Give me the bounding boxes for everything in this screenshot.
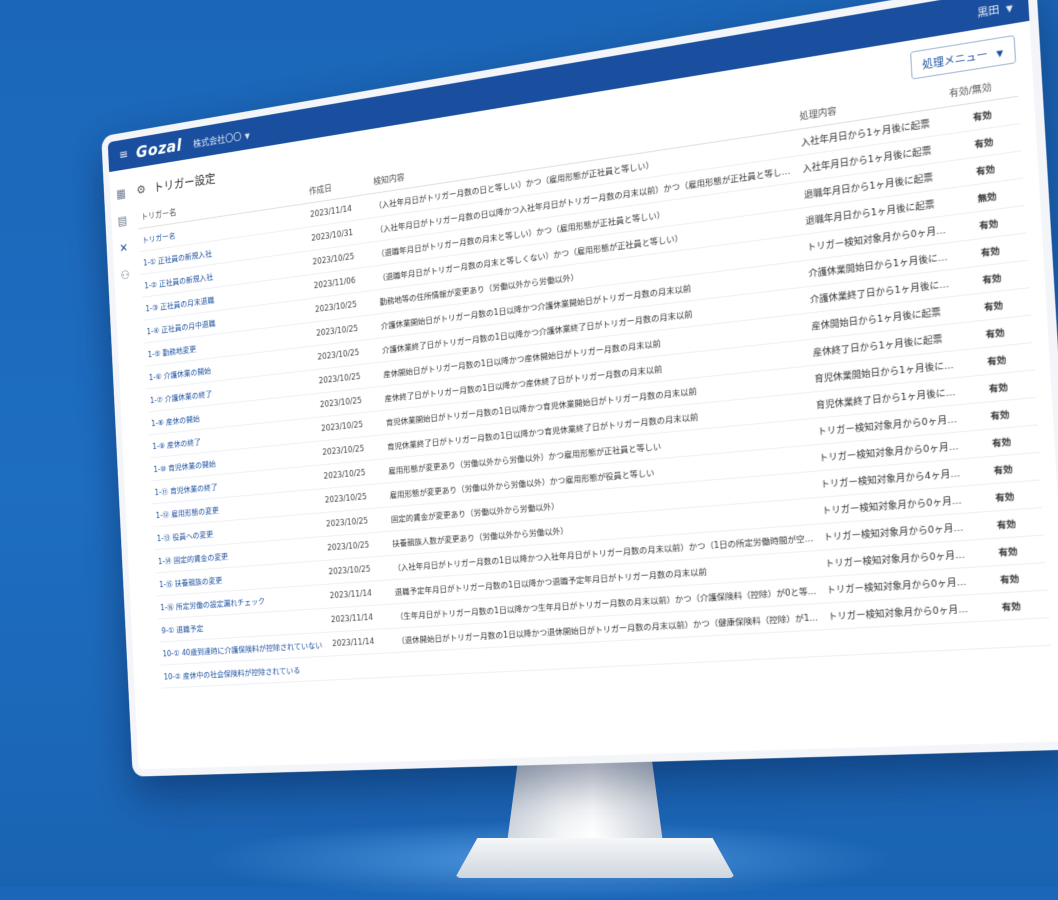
screen: ≡ Gozal 株式会社〇〇 ▼ 黒田 ▼ ▦ ▤ ✕ ⚇ ⚙ トリガー設定 処理メニ… [107, 0, 1058, 770]
user-menu[interactable]: 黒田 ▼ [977, 0, 1013, 19]
trigger-icon: ⚙ [136, 182, 146, 198]
created-date [329, 652, 396, 681]
document-icon[interactable]: ▤ [117, 214, 127, 229]
monitor: ≡ Gozal 株式会社〇〇 ▼ 黒田 ▼ ▦ ▤ ✕ ⚇ ⚙ トリガー設定 処理メニ… [101, 0, 1058, 777]
created-date: 2023/11/14 [328, 628, 395, 657]
page-title: ⚙ トリガー設定 [136, 171, 216, 198]
user-name: 黒田 [977, 4, 1000, 20]
status-text: 有効 [974, 590, 1050, 622]
app-logo[interactable]: Gozal [136, 136, 183, 162]
tools-icon[interactable]: ✕ [119, 241, 128, 255]
user-icon[interactable]: ⚇ [120, 269, 130, 283]
calendar-icon[interactable]: ▦ [116, 187, 126, 202]
company-selector[interactable]: 株式会社〇〇 ▼ [192, 127, 250, 150]
chevron-down-icon: ▼ [996, 47, 1004, 59]
company-name: 株式会社〇〇 [192, 131, 242, 150]
status-text: 有効 [972, 562, 1048, 595]
status-text [975, 617, 1051, 649]
chevron-down-icon: ▼ [244, 131, 250, 141]
scene: ≡ Gozal 株式会社〇〇 ▼ 黒田 ▼ ▦ ▤ ✕ ⚇ ⚙ トリガー設定 処理メニ… [0, 0, 1058, 887]
hamburger-menu-icon[interactable]: ≡ [119, 147, 129, 163]
chevron-down-icon: ▼ [1005, 2, 1014, 14]
